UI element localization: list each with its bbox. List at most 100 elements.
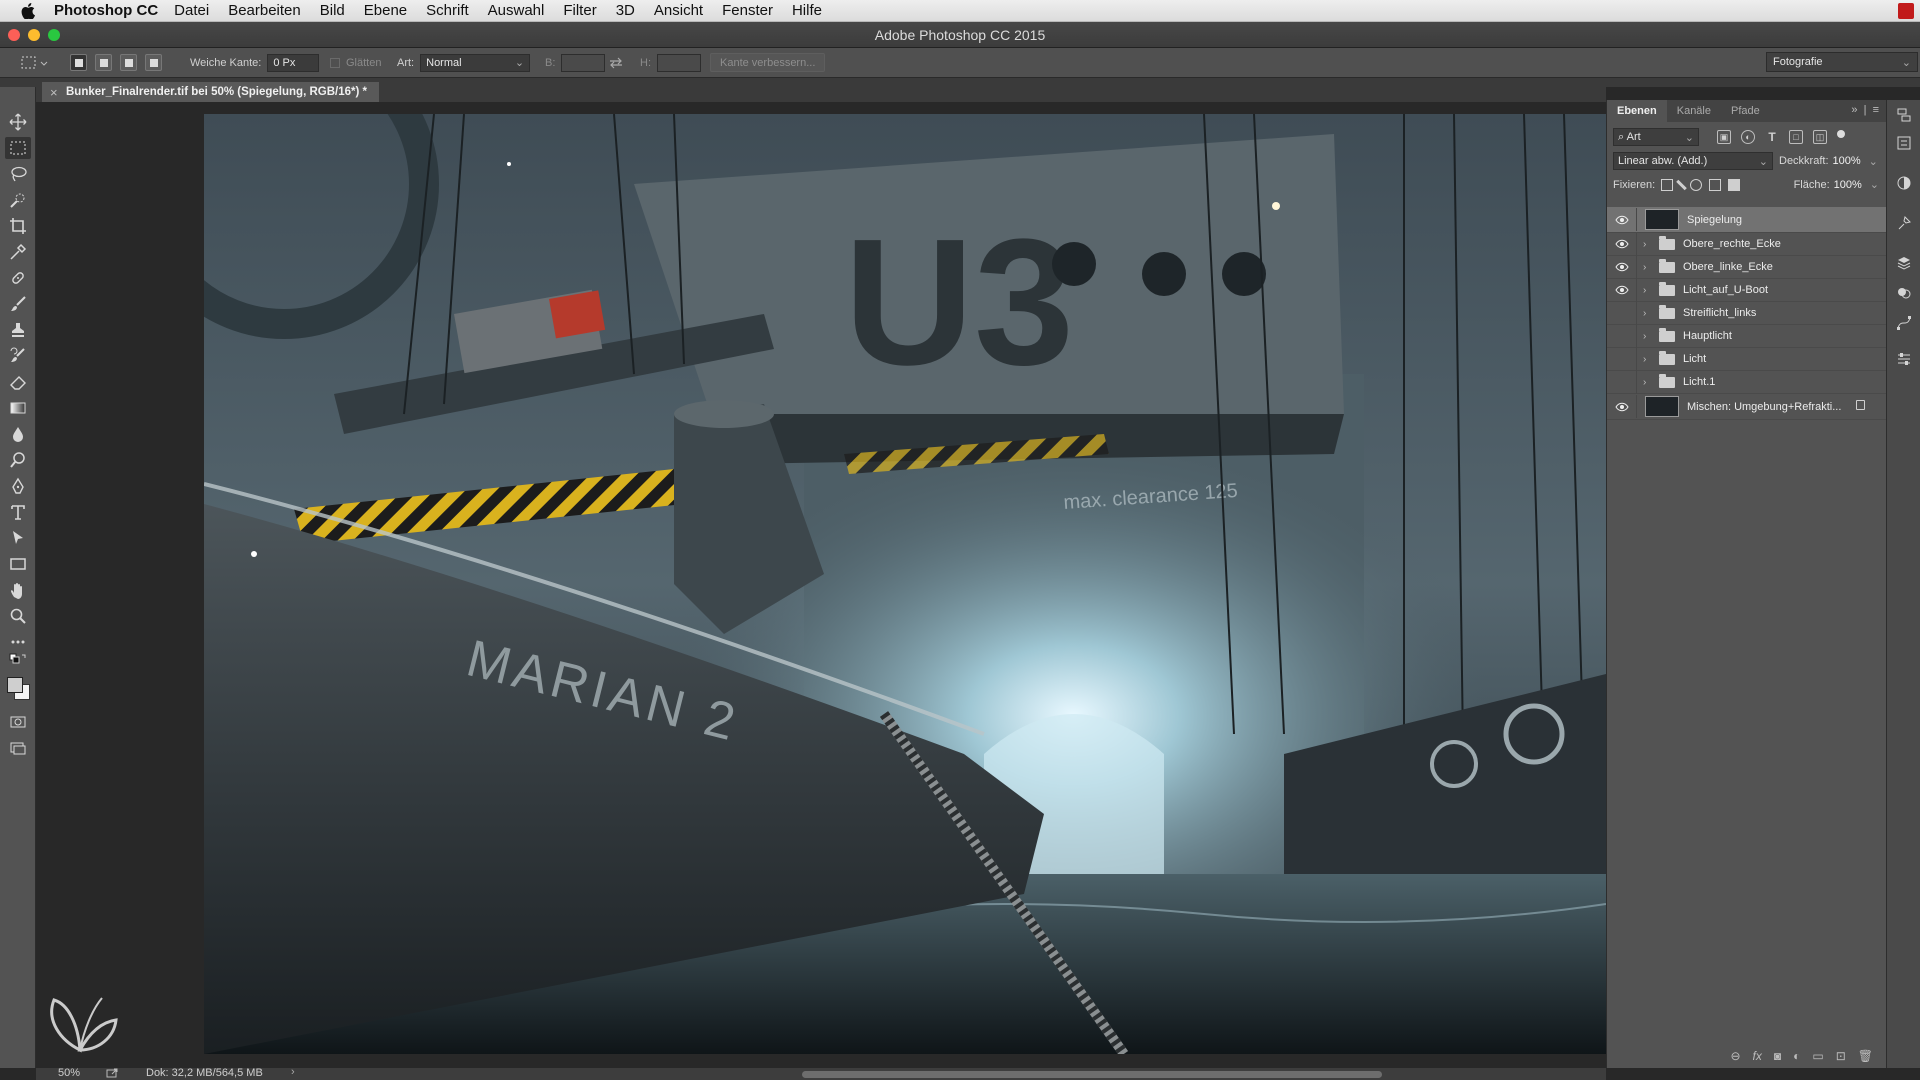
close-tab-icon[interactable]: × — [50, 85, 58, 100]
close-window-button[interactable] — [8, 29, 20, 41]
layer-group-row[interactable]: › Licht.1 — [1607, 370, 1887, 394]
zoom-tool-icon[interactable] — [5, 605, 31, 627]
panel-menu-icon[interactable]: » | ≡ — [1851, 104, 1879, 116]
workspace-select[interactable]: Fotografie ⌄ — [1766, 52, 1918, 72]
filter-pixel-icon[interactable]: ▣ — [1717, 130, 1731, 144]
new-group-icon[interactable]: ▭ — [1812, 1049, 1823, 1063]
app-menu[interactable]: Photoshop CC — [54, 2, 158, 19]
filter-type-icon[interactable]: T — [1765, 130, 1779, 144]
layer-row[interactable]: Spiegelung — [1607, 207, 1887, 233]
eye-icon[interactable] — [1607, 278, 1637, 302]
gradient-tool-icon[interactable] — [5, 397, 31, 419]
tab-ebenen[interactable]: Ebenen — [1607, 100, 1667, 122]
menu-schrift[interactable]: Schrift — [426, 2, 469, 19]
horizontal-scrollbar[interactable] — [802, 1071, 1382, 1078]
layer-group-row[interactable]: › Obere_linke_Ecke — [1607, 255, 1887, 279]
refine-edge-button[interactable]: Kante verbessern... — [710, 53, 826, 72]
filter-adjustment-icon[interactable]: ◐ — [1741, 130, 1755, 144]
screen-mode-icon[interactable] — [5, 737, 31, 759]
tray-status-icon[interactable] — [1898, 3, 1914, 19]
layer-group-row[interactable]: › Hauptlicht — [1607, 324, 1887, 348]
menu-datei[interactable]: Datei — [174, 2, 209, 19]
add-selection-button[interactable] — [95, 54, 112, 71]
layer-group-row[interactable]: › Licht — [1607, 347, 1887, 371]
tab-pfade[interactable]: Pfade — [1721, 100, 1770, 122]
intersect-selection-button[interactable] — [145, 54, 162, 71]
eye-icon[interactable] — [1607, 208, 1637, 231]
history-panel-icon[interactable] — [1895, 106, 1913, 124]
layer-filter-select[interactable]: ⌕ Art ⌄ — [1613, 128, 1699, 146]
hand-tool-icon[interactable] — [5, 579, 31, 601]
new-selection-button[interactable] — [70, 54, 87, 71]
maximize-window-button[interactable] — [48, 29, 60, 41]
adjustments-panel-icon[interactable] — [1895, 174, 1913, 192]
layer-group-row[interactable]: › Obere_rechte_Ecke — [1607, 232, 1887, 256]
visibility-toggle-off[interactable] — [1607, 347, 1637, 371]
lock-pixels-icon[interactable] — [1676, 179, 1687, 190]
layer-group-row[interactable]: › Streiflicht_links — [1607, 301, 1887, 325]
paths-icon[interactable] — [1895, 314, 1913, 332]
height-input[interactable] — [657, 53, 701, 72]
visibility-toggle-off[interactable] — [1607, 370, 1637, 394]
expand-chevron-icon[interactable]: › — [1643, 331, 1655, 342]
layers-stack-icon[interactable] — [1895, 254, 1913, 272]
lasso-tool-icon[interactable] — [5, 163, 31, 185]
menu-fenster[interactable]: Fenster — [722, 2, 773, 19]
eye-icon[interactable] — [1607, 232, 1637, 256]
chevron-down-icon[interactable]: ⌄ — [1870, 178, 1879, 191]
brush-settings-icon[interactable] — [1895, 214, 1913, 232]
rectangle-tool-icon[interactable] — [5, 553, 31, 575]
lock-artboard-icon[interactable] — [1709, 178, 1722, 191]
export-icon[interactable] — [106, 1068, 118, 1080]
crop-tool-icon[interactable] — [5, 215, 31, 237]
expand-chevron-icon[interactable]: › — [1643, 239, 1655, 250]
visibility-toggle-off[interactable] — [1607, 301, 1637, 325]
menu-auswahl[interactable]: Auswahl — [488, 2, 545, 19]
new-layer-icon[interactable]: ⊡ — [1836, 1049, 1846, 1063]
tool-preset-picker[interactable] — [20, 52, 54, 74]
move-tool-icon[interactable] — [5, 111, 31, 133]
antialias-checkbox[interactable] — [330, 57, 340, 68]
trash-icon[interactable]: 🗑 — [1858, 1049, 1873, 1063]
adjustment-layer-icon[interactable]: ◐ — [1793, 1049, 1800, 1063]
layer-style-icon[interactable]: fx — [1753, 1049, 1762, 1063]
lock-position-icon[interactable] — [1690, 178, 1703, 191]
blur-tool-icon[interactable] — [5, 423, 31, 445]
apple-icon[interactable] — [18, 1, 38, 21]
menu-filter[interactable]: Filter — [563, 2, 596, 19]
menu-hilfe[interactable]: Hilfe — [792, 2, 822, 19]
menu-bearbeiten[interactable]: Bearbeiten — [228, 2, 301, 19]
chevron-down-icon[interactable]: ⌄ — [1869, 155, 1878, 168]
properties-panel-icon[interactable] — [1895, 134, 1913, 152]
link-layers-icon[interactable]: ⊖ — [1730, 1049, 1740, 1063]
menu-ebene[interactable]: Ebene — [364, 2, 407, 19]
pen-tool-icon[interactable] — [5, 475, 31, 497]
swap-icon[interactable] — [609, 57, 623, 69]
marquee-tool-icon[interactable] — [5, 137, 31, 159]
lock-all-icon[interactable] — [1728, 178, 1741, 191]
canvas-area[interactable]: U3 max. clearance 125 MARIAN 2 — [36, 102, 1606, 1068]
history-brush-tool-icon[interactable] — [5, 345, 31, 367]
document-canvas[interactable]: U3 max. clearance 125 MARIAN 2 — [204, 114, 1606, 1054]
status-menu-arrow[interactable]: › — [291, 1066, 295, 1078]
document-tab[interactable]: × Bunker_Finalrender.tif bei 50% (Spiege… — [42, 82, 379, 102]
default-colors-icon[interactable] — [5, 653, 31, 667]
quick-mask-icon[interactable] — [5, 711, 31, 733]
color-swatches[interactable] — [5, 672, 31, 706]
more-tools-icon[interactable] — [5, 631, 31, 653]
expand-chevron-icon[interactable]: › — [1643, 308, 1655, 319]
clone-stamp-tool-icon[interactable] — [5, 319, 31, 341]
tool-presets-icon[interactable] — [1895, 350, 1913, 368]
width-input[interactable] — [561, 53, 606, 72]
expand-chevron-icon[interactable]: › — [1643, 285, 1655, 296]
brush-tool-icon[interactable] — [5, 293, 31, 315]
subtract-selection-button[interactable] — [120, 54, 137, 71]
quick-selection-tool-icon[interactable] — [5, 189, 31, 211]
eraser-tool-icon[interactable] — [5, 371, 31, 393]
zoom-level[interactable]: 50% — [58, 1067, 80, 1079]
healing-brush-tool-icon[interactable] — [5, 267, 31, 289]
style-select[interactable]: Normal ⌄ — [420, 53, 531, 72]
filter-shape-icon[interactable]: □ — [1789, 130, 1803, 144]
eye-icon[interactable] — [1607, 395, 1637, 418]
channels-icon[interactable] — [1895, 284, 1913, 302]
